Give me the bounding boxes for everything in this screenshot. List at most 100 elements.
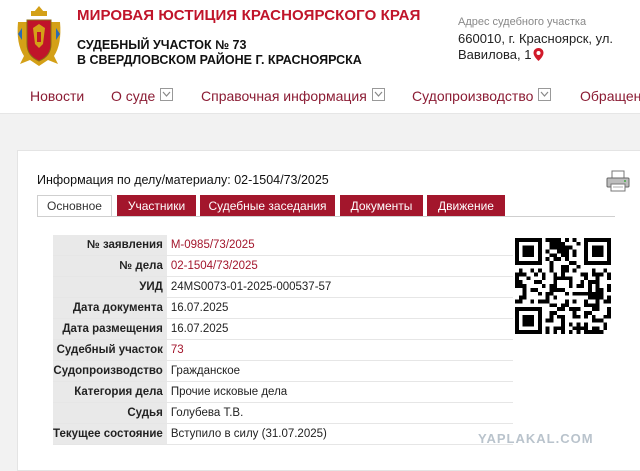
qr-module [580, 291, 585, 296]
qr-module [561, 241, 565, 246]
qr-module [541, 299, 546, 304]
qr-module [576, 307, 581, 311]
qr-module [599, 318, 604, 323]
qr-module [561, 253, 565, 258]
nav-item-label: Судопроизводство [412, 88, 534, 104]
qr-module [522, 314, 535, 327]
qr-module [561, 249, 565, 254]
qr-module [584, 330, 588, 334]
qr-module [595, 299, 600, 304]
qr-module [561, 318, 565, 323]
address-line2: Вавилова, 1 [458, 47, 532, 62]
qr-module [584, 299, 588, 304]
qr-module [561, 287, 565, 292]
nav-item-reference[interactable]: Справочная информация [201, 88, 385, 104]
qr-module [545, 330, 550, 334]
qr-module [572, 249, 577, 254]
qr-module [515, 299, 519, 304]
qr-module [568, 261, 573, 265]
map-pin-icon[interactable] [533, 48, 544, 61]
row-label: Судебный участок [53, 339, 167, 361]
qr-module [553, 287, 558, 292]
address-text: 660010, г. Красноярск, ул. Вавилова, 1 [458, 31, 633, 63]
qr-module [591, 303, 596, 308]
qr-module [595, 295, 600, 300]
tab-documents[interactable]: Документы [340, 195, 423, 216]
tab-participants[interactable]: Участники [117, 195, 196, 216]
qr-module [561, 245, 565, 250]
printer-icon[interactable] [606, 170, 630, 192]
qr-module [572, 299, 577, 304]
nav-item-label: Справочная информация [201, 88, 367, 104]
qr-module [607, 272, 611, 277]
qr-module [561, 268, 565, 273]
qr-module [518, 299, 523, 304]
qr-module [595, 326, 600, 331]
qr-module [568, 284, 573, 288]
tab-main[interactable]: Основное [37, 195, 112, 217]
qr-module [568, 245, 573, 250]
chevron-down-icon[interactable] [371, 88, 385, 101]
qr-module [541, 276, 546, 281]
tab-label: Документы [350, 199, 413, 213]
coat-of-arms-icon[interactable] [14, 4, 64, 70]
nav-item-appeals[interactable]: Обращен [580, 88, 640, 104]
qr-module [534, 287, 539, 292]
row-label: Судопроизводство [53, 360, 167, 382]
qr-module [549, 241, 554, 246]
qr-module [572, 238, 577, 242]
qr-module [561, 314, 565, 319]
row-label: Дата размещения [53, 318, 167, 340]
qr-module [607, 310, 611, 315]
qr-module [607, 287, 611, 292]
nav-item-proceedings[interactable]: Судопроизводство [412, 88, 552, 104]
qr-module [603, 314, 608, 319]
qr-module [572, 253, 577, 258]
qr-module [545, 299, 550, 304]
qr-module [553, 241, 558, 246]
table-row: Категория дела Прочие исковые дела [53, 381, 513, 403]
qr-module [568, 330, 573, 334]
qr-module [518, 268, 523, 273]
qr-module [564, 257, 569, 262]
chevron-down-icon[interactable] [538, 88, 552, 101]
qr-module [587, 280, 592, 285]
qr-module [545, 249, 550, 254]
qr-module [553, 284, 558, 288]
chevron-down-icon[interactable] [160, 88, 174, 101]
qr-module [522, 272, 527, 277]
qr-module [561, 303, 565, 308]
table-row: Судопроизводство Гражданское [53, 360, 513, 382]
row-label: Судья [53, 402, 167, 424]
qr-module [561, 307, 565, 311]
row-value-link[interactable]: 02-1504/73/2025 [166, 255, 513, 277]
qr-module [584, 272, 588, 277]
row-label: Текущее состояние [53, 423, 167, 445]
qr-module [557, 276, 562, 281]
qr-module [541, 284, 546, 288]
case-heading: Информация по делу/материалу: 02-1504/73… [37, 173, 329, 187]
row-value-link[interactable]: 73 [166, 339, 513, 361]
qr-module [607, 314, 611, 319]
site-title[interactable]: МИРОВАЯ ЮСТИЦИЯ КРАСНОЯРСКОГО КРАЯ [77, 7, 420, 24]
qr-module [607, 295, 611, 300]
qr-module [530, 268, 535, 273]
qr-module [607, 299, 611, 304]
row-value-link[interactable]: М-0985/73/2025 [166, 235, 513, 256]
qr-module [576, 330, 581, 334]
qr-module [549, 284, 554, 288]
qr-module [545, 291, 550, 296]
tab-movement[interactable]: Движение [427, 195, 505, 216]
nav-item-about[interactable]: О суде [111, 88, 174, 104]
nav-item-news[interactable]: Новости [30, 88, 84, 104]
qr-module [557, 249, 562, 254]
qr-module [580, 280, 585, 285]
qr-module [584, 310, 588, 315]
qr-module [603, 299, 608, 304]
tab-hearings[interactable]: Судебные заседания [200, 195, 335, 216]
qr-module [561, 276, 565, 281]
qr-module [549, 310, 554, 315]
qr-module [607, 276, 611, 281]
qr-module [557, 238, 562, 242]
qr-module [595, 280, 600, 285]
